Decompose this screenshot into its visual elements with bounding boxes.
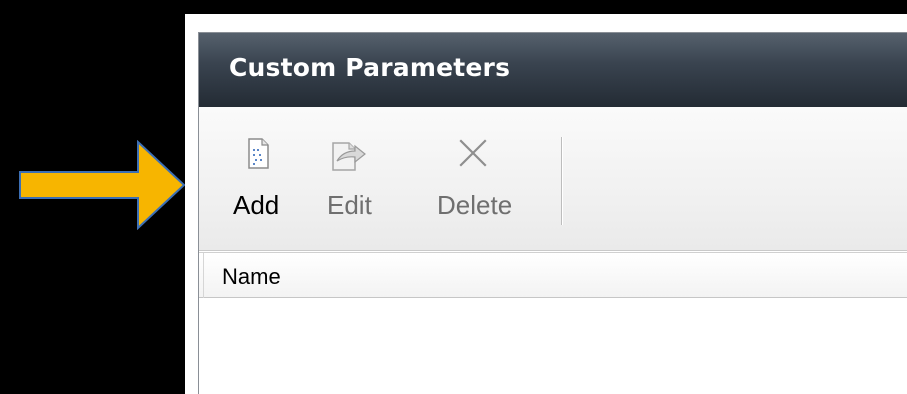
new-document-icon [248,138,269,169]
edit-button-label: Edit [327,190,372,220]
delete-button-label: Delete [437,190,513,220]
add-button[interactable]: Add [233,107,293,237]
grid-header: Name [199,252,907,299]
add-button-label: Add [233,190,280,220]
edit-document-icon [332,142,366,171]
grid-body[interactable] [199,298,907,394]
column-header-name-label: Name [222,264,281,289]
delete-x-icon [459,139,487,167]
screenshot-stage: Custom Parameters Add Edit Delete Name [0,0,907,394]
arrow-right-icon [19,140,186,230]
delete-button[interactable]: Delete [437,107,527,237]
toolbar: Add Edit Delete [199,107,907,251]
panel-titlebar: Custom Parameters [199,33,907,107]
panel-title: Custom Parameters [229,53,511,82]
toolbar-separator [561,137,562,225]
column-header-name[interactable]: Name [203,253,903,299]
edit-button[interactable]: Edit [327,107,387,237]
